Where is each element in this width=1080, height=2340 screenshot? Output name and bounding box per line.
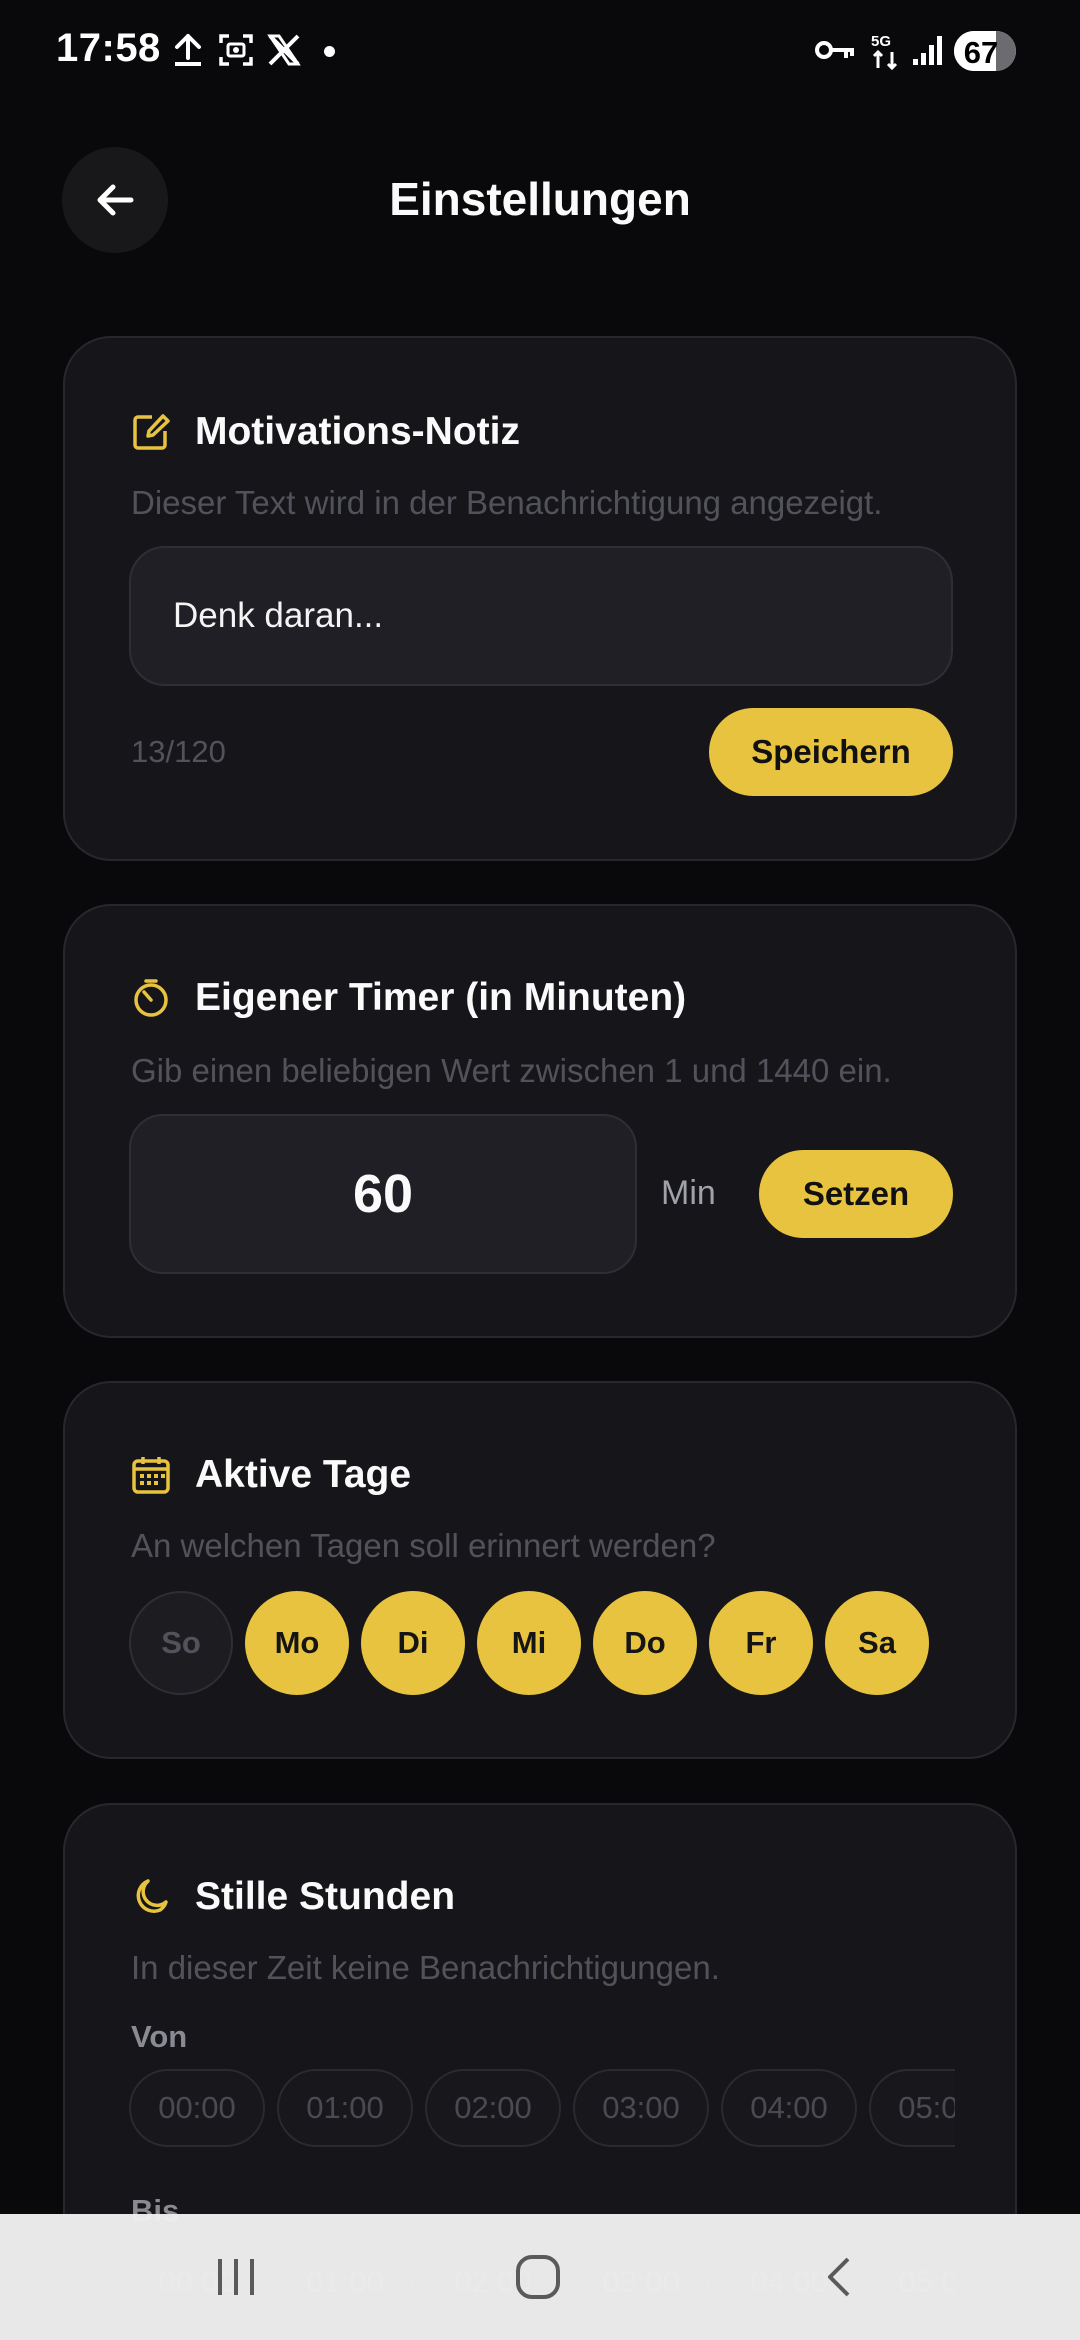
timer-minutes-input[interactable]: 60 [129,1114,637,1274]
day-toggle-0[interactable]: So [129,1591,233,1695]
motivation-note-input[interactable]: Denk daran... [129,546,953,686]
status-time: 17:58 [56,26,161,70]
char-counter: 13/120 [131,734,226,769]
day-toggle-1[interactable]: Mo [245,1591,349,1695]
edit-note-icon [129,410,173,454]
notification-dot [324,46,335,57]
save-button[interactable]: Speichern [709,708,953,796]
from-hour-chip[interactable]: 01:00 [277,2069,413,2147]
timer-unit-label: Min [661,1174,716,1212]
upload-icon [168,30,208,70]
timer-card: Eigener Timer (in Minuten) Gib einen bel… [63,904,1017,1338]
day-toggle-6[interactable]: Sa [825,1591,929,1695]
home-button[interactable] [478,2214,598,2340]
note-card-description: Dieser Text wird in der Benachrichtigung… [131,484,883,521]
recents-button[interactable] [176,2214,296,2340]
timer-card-description: Gib einen beliebigen Wert zwischen 1 und… [131,1052,892,1089]
5g-icon: 5G [866,30,906,70]
quiet-card-title: Stille Stunden [195,1875,456,1918]
battery-level: 67 [963,35,999,70]
status-bar: 17:58 5G 67 [0,0,1080,100]
vpn-key-icon [812,30,858,70]
days-card-title: Aktive Tage [195,1453,412,1496]
timer-icon [129,976,173,1020]
page-title: Einstellungen [389,173,691,225]
back-icon [828,2257,850,2297]
from-hour-chip[interactable]: 03:00 [573,2069,709,2147]
home-icon [516,2255,560,2299]
day-toggle-4[interactable]: Do [593,1591,697,1695]
days-card: Aktive Tage An welchen Tagen soll erinne… [63,1381,1017,1759]
navigation-bar [0,2214,1080,2340]
recents-icon [218,2259,254,2295]
day-toggle-5[interactable]: Fr [709,1591,813,1695]
moon-icon [129,1875,173,1919]
timer-card-title: Eigener Timer (in Minuten) [195,976,687,1019]
day-toggle-3[interactable]: Mi [477,1591,581,1695]
battery-icon: 67 [954,31,1016,71]
from-hour-chip[interactable]: 05:00 [869,2069,955,2147]
from-hour-chip[interactable]: 02:00 [425,2069,561,2147]
signal-icon [908,30,948,70]
quiet-card-description: In dieser Zeit keine Benachrichtigungen. [131,1949,720,1986]
from-hour-chip[interactable]: 00:00 [129,2069,265,2147]
note-card-title: Motivations-Notiz [195,410,520,453]
days-card-description: An welchen Tagen soll erinnert werden? [131,1527,716,1564]
screenshot-icon [216,30,256,70]
day-toggle-2[interactable]: Di [361,1591,465,1695]
x-logo-icon [264,30,304,70]
from-hour-chip[interactable]: 04:00 [721,2069,857,2147]
set-timer-button[interactable]: Setzen [759,1150,953,1238]
from-label: Von [131,2019,188,2054]
calendar-icon [129,1453,173,1497]
svg-text:5G: 5G [871,33,891,50]
from-hours-row[interactable]: 00:0001:0002:0003:0004:0005:00 [129,2069,955,2149]
nav-back-button[interactable] [780,2214,900,2340]
note-card: Motivations-Notiz Dieser Text wird in de… [63,336,1017,861]
